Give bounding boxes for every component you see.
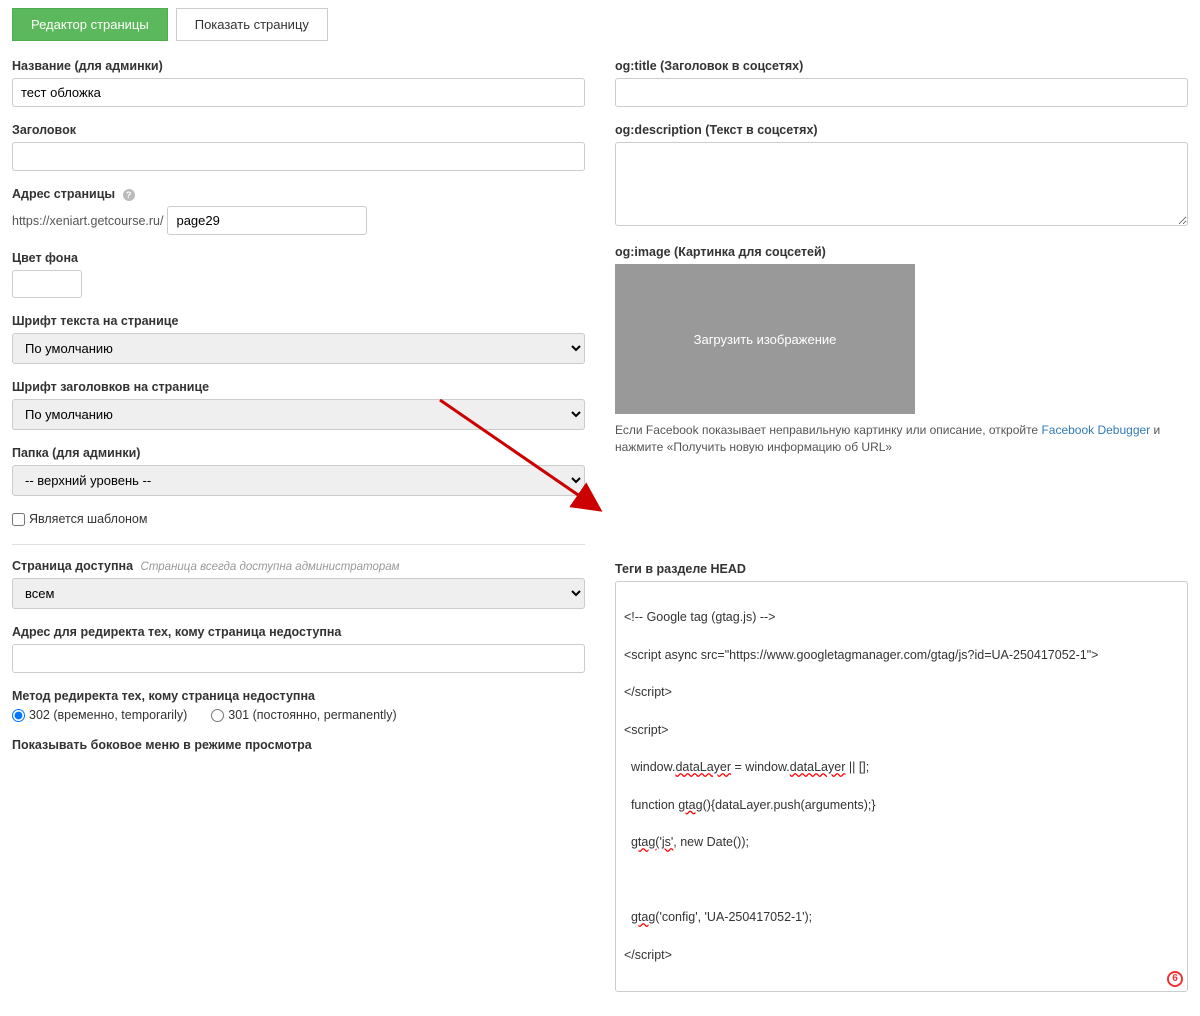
url-prefix: https://xeniart.getcourse.ru/: [12, 214, 163, 228]
name-input[interactable]: [12, 78, 585, 107]
url-label-text: Адрес страницы: [12, 187, 115, 201]
access-label-text: Страница доступна: [12, 559, 133, 573]
ogdesc-label: og:description (Текст в соцсетях): [615, 123, 1188, 137]
separator: [12, 544, 585, 545]
headtags-textarea[interactable]: <!-- Google tag (gtag.js) --> <script as…: [615, 581, 1188, 993]
access-label: Страница доступна Страница всегда доступ…: [12, 559, 585, 573]
radio-301-label: 301 (постоянно, permanently): [228, 708, 396, 722]
ogtitle-label: og:title (Заголовок в соцсетях): [615, 59, 1188, 73]
tab-editor[interactable]: Редактор страницы: [12, 8, 168, 41]
radio-302-label: 302 (временно, temporarily): [29, 708, 187, 722]
access-select[interactable]: всем: [12, 578, 585, 609]
title-input[interactable]: [12, 142, 585, 171]
right-column: og:title (Заголовок в соцсетях) og:descr…: [615, 59, 1188, 1008]
ogtitle-input[interactable]: [615, 78, 1188, 107]
left-column: Название (для админки) Заголовок Адрес с…: [12, 59, 585, 1008]
bgcolor-picker[interactable]: [12, 270, 82, 298]
textfont-label: Шрифт текста на странице: [12, 314, 585, 328]
template-label: Является шаблоном: [29, 512, 147, 526]
folder-select[interactable]: -- верхний уровень --: [12, 465, 585, 496]
url-label: Адрес страницы ?: [12, 187, 585, 201]
bgcolor-label: Цвет фона: [12, 251, 585, 265]
redirect-input[interactable]: [12, 644, 585, 673]
help-icon[interactable]: ?: [123, 189, 135, 201]
template-checkbox[interactable]: [12, 513, 25, 526]
title-label: Заголовок: [12, 123, 585, 137]
url-input[interactable]: [167, 206, 367, 235]
redirect-label: Адрес для редиректа тех, кому страница н…: [12, 625, 585, 639]
fb-note-pre: Если Facebook показывает неправильную ка…: [615, 423, 1041, 437]
sidemenu-label: Показывать боковое меню в режиме просмот…: [12, 738, 585, 752]
headtags-label: Теги в разделе HEAD: [615, 562, 1188, 576]
radio-302[interactable]: 302 (временно, temporarily): [12, 708, 187, 722]
fb-debugger-link[interactable]: Facebook Debugger: [1041, 423, 1150, 437]
ogimage-label: og:image (Картинка для соцсетей): [615, 245, 1188, 259]
textfont-select[interactable]: По умолчанию: [12, 333, 585, 364]
headfont-select[interactable]: По умолчанию: [12, 399, 585, 430]
fb-note: Если Facebook показывает неправильную ка…: [615, 422, 1188, 456]
grammarly-icon[interactable]: 6: [1167, 971, 1183, 987]
radio-301[interactable]: 301 (постоянно, permanently): [211, 708, 396, 722]
headfont-label: Шрифт заголовков на странице: [12, 380, 585, 394]
folder-label: Папка (для админки): [12, 446, 585, 460]
ogdesc-textarea[interactable]: [615, 142, 1188, 226]
tab-show[interactable]: Показать страницу: [176, 8, 328, 41]
redirectmethod-label: Метод редиректа тех, кому страница недос…: [12, 689, 585, 703]
ogimage-upload[interactable]: Загрузить изображение: [615, 264, 915, 414]
name-label: Название (для админки): [12, 59, 585, 73]
access-note: Страница всегда доступна администраторам: [141, 561, 400, 573]
